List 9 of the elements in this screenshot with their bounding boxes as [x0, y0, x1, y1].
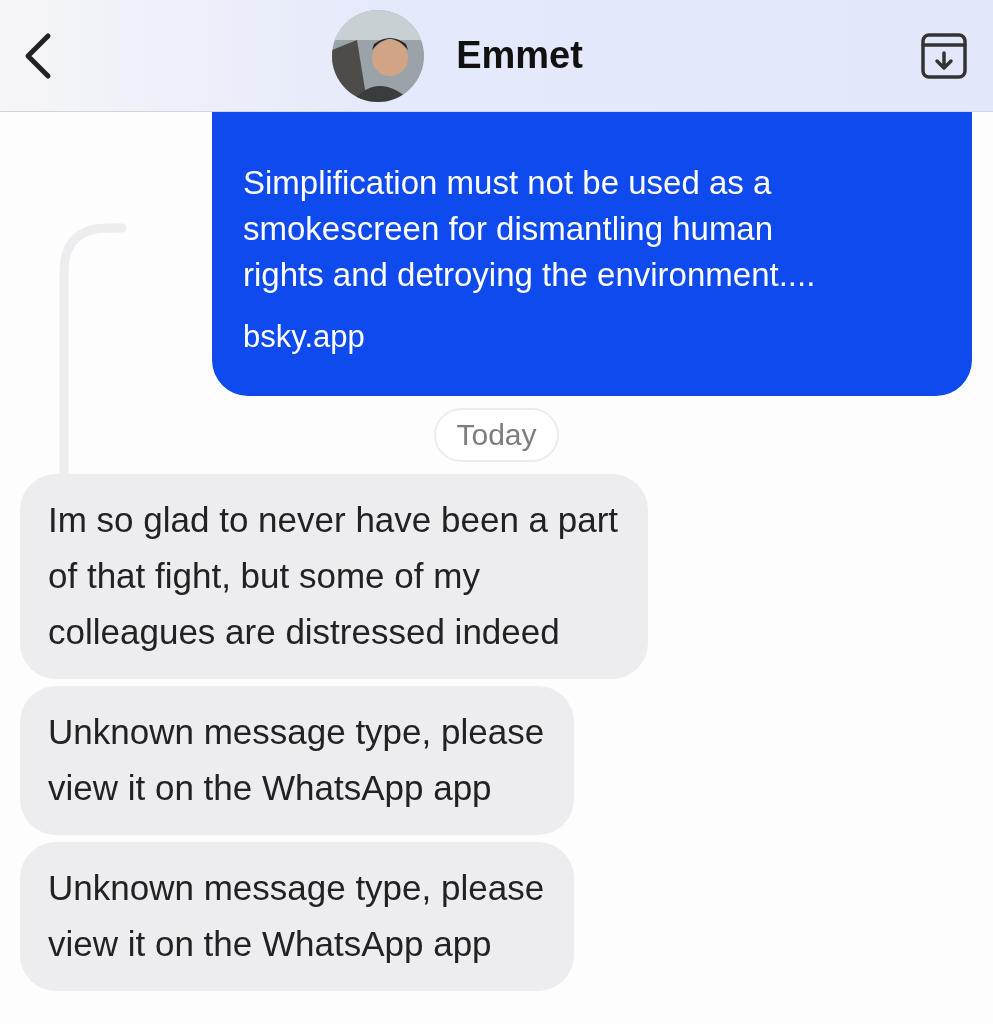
date-separator: Today: [434, 408, 559, 462]
message-bubble: Unknown message type, please view it on the WhatsApp app: [20, 842, 575, 991]
archive-icon[interactable]: [921, 32, 967, 79]
message-bubble: Unknown message type, please view it on the WhatsApp app: [20, 686, 575, 835]
preview-text: Simplification must not be used as a smokescreen for dismantling human rights and detroying the environment....: [243, 163, 817, 295]
link-domain: bsky.app: [243, 318, 366, 356]
link-preview-bubble[interactable]: Simplification must not be used as a smokescreen for dismantling human rights and detroying the environment.... bsky.app: [212, 112, 972, 396]
contact-name[interactable]: Emmet: [456, 34, 583, 77]
message-bubble: Im so glad to never have been a part of that fight, but some of my colleagues are distressed indeed: [20, 474, 649, 679]
